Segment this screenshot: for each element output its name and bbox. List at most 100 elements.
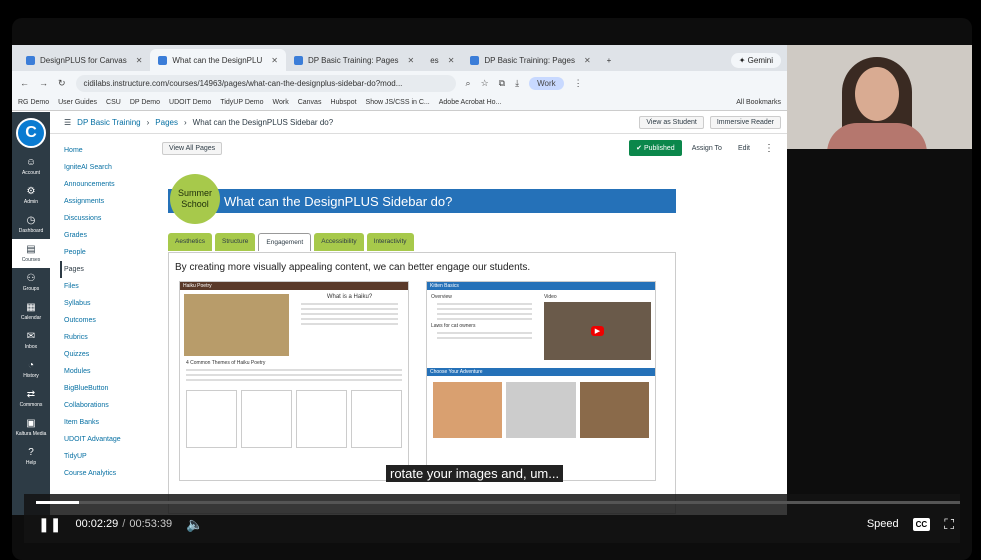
course-nav-modules[interactable]: Modules xyxy=(64,363,145,380)
course-nav-rubrics[interactable]: Rubrics xyxy=(64,329,145,346)
breadcrumb-course[interactable]: DP Basic Training xyxy=(77,118,140,127)
browser-tab-active[interactable]: What can the DesignPLU ✕ xyxy=(150,49,286,71)
courses-icon: ▤ xyxy=(26,243,36,255)
bookmark[interactable]: Adobe Acrobat Ho... xyxy=(439,99,502,106)
speed-button[interactable]: Speed xyxy=(867,518,899,530)
bookmark[interactable]: DP Demo xyxy=(130,99,160,106)
adventure-heading: Choose Your Adventure xyxy=(427,368,655,376)
time-current: 00:02:29 xyxy=(75,518,119,530)
canvas-nav-courses[interactable]: ▤ Courses xyxy=(12,239,50,268)
canvas-nav-calendar[interactable]: ▦ Calendar xyxy=(12,297,50,326)
course-nav-assignments[interactable]: Assignments xyxy=(64,193,145,210)
dashboard-icon: ◷ xyxy=(26,214,36,226)
course-nav-tidyup[interactable]: TidyUP xyxy=(64,448,145,465)
tab-accessibility[interactable]: Accessibility xyxy=(314,233,364,251)
volume-icon[interactable]: 🔈 xyxy=(186,516,203,533)
view-all-pages-button[interactable]: View All Pages xyxy=(162,141,223,155)
video-controls: ❚❚ 00:02:29 / 00:53:39 🔈 Speed CC ⛶ xyxy=(24,494,960,543)
download-icon[interactable]: ⤓ xyxy=(515,78,519,89)
profile-button[interactable]: Work xyxy=(529,76,564,90)
bookmark[interactable]: Show JS/CSS in C... xyxy=(366,99,430,106)
canvas-nav-inbox[interactable]: ✉ Inbox xyxy=(12,326,50,355)
browser-tab[interactable]: DP Basic Training: Pages ✕ xyxy=(462,49,598,71)
course-nav-syllabus[interactable]: Syllabus xyxy=(64,295,145,312)
view-as-student-button[interactable]: View as Student xyxy=(639,116,704,129)
fullscreen-icon[interactable]: ⛶ xyxy=(944,516,954,533)
bookmark[interactable]: TidyUP Demo xyxy=(220,99,263,106)
more-options-icon[interactable]: ⋮ xyxy=(764,143,774,154)
url-input[interactable]: cidilabs.instructure.com/courses/14963/p… xyxy=(75,74,456,92)
bookmark-star-icon[interactable]: ☆ xyxy=(481,78,489,89)
browser-tab[interactable]: DesignPLUS for Canvas ✕ xyxy=(18,49,150,71)
close-icon[interactable]: ✕ xyxy=(136,56,143,65)
canvas-nav-history[interactable]: ◔ History xyxy=(12,355,50,384)
course-nav-outcomes[interactable]: Outcomes xyxy=(64,312,145,329)
bookmark[interactable]: User Guides xyxy=(58,99,97,106)
course-nav-igniteai-search[interactable]: IgniteAI Search xyxy=(64,159,145,176)
bookmark[interactable]: CSU xyxy=(106,99,121,106)
course-nav-home[interactable]: Home xyxy=(64,142,145,159)
menu-icon[interactable]: ⋮ xyxy=(574,78,583,89)
new-tab-button[interactable]: + xyxy=(599,49,620,71)
course-nav-discussions[interactable]: Discussions xyxy=(64,210,145,227)
immersive-reader-button[interactable]: Immersive Reader xyxy=(709,116,781,129)
course-nav-grades[interactable]: Grades xyxy=(64,227,145,244)
pause-icon[interactable]: ❚❚ xyxy=(38,516,61,533)
tab-favicon-icon xyxy=(26,55,35,65)
canvas-nav-admin[interactable]: ⚙ Admin xyxy=(12,181,50,210)
browser-tab[interactable]: DP Basic Training: Pages ✕ xyxy=(286,49,422,71)
hamburger-icon[interactable]: ☰ xyxy=(64,118,71,127)
bookmark[interactable]: Hubspot xyxy=(330,99,356,106)
canvas-nav-account[interactable]: ☺ Account xyxy=(12,152,50,181)
tab-structure[interactable]: Structure xyxy=(215,233,256,251)
close-icon[interactable]: ✕ xyxy=(448,56,455,65)
published-button[interactable]: ✔ Published xyxy=(629,140,682,156)
assign-to-button[interactable]: Assign To xyxy=(685,142,728,154)
kitten-image[interactable] xyxy=(506,382,576,438)
course-nav-announcements[interactable]: Announcements xyxy=(64,176,145,193)
course-nav-item-banks[interactable]: Item Banks xyxy=(64,414,145,431)
edit-button[interactable]: Edit xyxy=(731,142,756,154)
canvas-logo-icon[interactable]: C xyxy=(16,118,46,148)
close-icon[interactable]: ✕ xyxy=(271,56,278,65)
progress-bar[interactable] xyxy=(36,501,960,504)
tab-aesthetics[interactable]: Aesthetics xyxy=(168,233,212,251)
bookmark[interactable]: RG Demo xyxy=(18,99,49,106)
gemini-button[interactable]: ✦ Gemini xyxy=(730,53,781,68)
close-icon[interactable]: ✕ xyxy=(584,56,591,65)
course-nav-course-analytics[interactable]: Course Analytics xyxy=(64,465,145,482)
kitten-image[interactable] xyxy=(579,382,649,438)
course-nav-pages[interactable]: Pages xyxy=(60,261,145,278)
bookmark[interactable]: Work xyxy=(273,99,289,106)
breadcrumb-section[interactable]: Pages xyxy=(155,118,178,127)
bookmark[interactable]: All Bookmarks xyxy=(736,99,781,106)
closed-captions-button[interactable]: CC xyxy=(912,517,931,531)
close-icon[interactable]: ✕ xyxy=(408,56,415,65)
canvas-nav-commons[interactable]: ⇄ Commons xyxy=(12,384,50,413)
canvas-nav-help[interactable]: ? Help xyxy=(12,442,50,471)
bookmark[interactable]: Canvas xyxy=(298,99,322,106)
course-nav-people[interactable]: People xyxy=(64,244,145,261)
canvas-nav-kaltura-media[interactable]: ▣ Kaltura Media xyxy=(12,413,50,442)
reload-icon[interactable]: ↻ xyxy=(58,78,66,89)
course-nav-quizzes[interactable]: Quizzes xyxy=(64,346,145,363)
extensions-icon[interactable]: ⧉ xyxy=(499,78,505,89)
course-nav-udoit-advantage[interactable]: UDOIT Advantage xyxy=(64,431,145,448)
browser-tab[interactable]: es ✕ xyxy=(422,49,462,71)
tab-engagement[interactable]: Engagement xyxy=(258,233,312,251)
kitten-image[interactable] xyxy=(433,382,503,438)
back-icon[interactable]: ← xyxy=(20,78,29,88)
forward-icon[interactable]: → xyxy=(39,78,48,88)
canvas-nav-groups[interactable]: ⚇ Groups xyxy=(12,268,50,297)
play-icon[interactable]: ▶ xyxy=(590,326,605,336)
tab-interactivity[interactable]: Interactivity xyxy=(366,233,414,251)
course-nav-bigbluebutton[interactable]: BigBlueButton xyxy=(64,380,145,397)
top-buttons: View as Student Immersive Reader xyxy=(639,116,781,129)
help-icon: ? xyxy=(28,446,34,458)
course-nav-collaborations[interactable]: Collaborations xyxy=(64,397,145,414)
course-nav-files[interactable]: Files xyxy=(64,278,145,295)
zoom-icon[interactable]: ⌕ xyxy=(466,78,471,89)
kitten-video-thumbnail[interactable]: ▶ xyxy=(544,302,651,360)
bookmark[interactable]: UDOIT Demo xyxy=(169,99,211,106)
canvas-nav-dashboard[interactable]: ◷ Dashboard xyxy=(12,210,50,239)
